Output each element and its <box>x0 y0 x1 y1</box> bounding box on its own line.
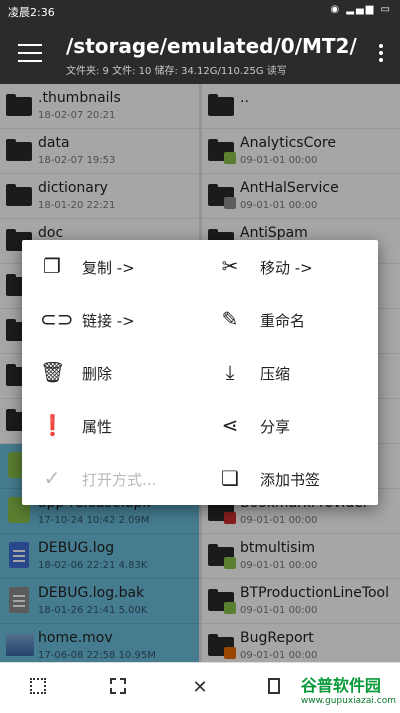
menu-item-info[interactable]: ❗ 属性 <box>22 399 192 452</box>
menu-item-copy[interactable]: ❐ 复制 -> <box>22 240 192 293</box>
menu-item-label: 添加书签 <box>260 471 321 489</box>
file-action-menu: ❐ 复制 -> ✂ 移动 -> ⊂⊃ 链接 -> ✎ 重命名 🗑 删除 ⤓ 压缩 ❗ 属性 ⋖ 分享 ✓ 打开方式… <box>22 240 378 505</box>
cut-icon: ✂ <box>221 254 239 278</box>
menu-item-cut[interactable]: ✂ 移动 -> <box>200 240 370 293</box>
menu-item-label: 压缩 <box>260 365 291 383</box>
info-icon: ❗ <box>40 413 65 437</box>
bookmark-icon: ❏ <box>221 466 239 490</box>
link-icon: ⊂⊃ <box>40 307 74 331</box>
watermark: 谷普软件园 www.gupuxiazai.com <box>301 672 396 706</box>
menu-item-check: ✓ 打开方式... <box>22 452 192 505</box>
current-path: /storage/emulated/0/MT2/ <box>66 34 357 58</box>
status-time: 凌晨2:36 <box>8 6 55 19</box>
menu-item-label: 分享 <box>260 418 291 436</box>
watermark-url: www.gupuxiazai.com <box>300 696 396 706</box>
status-bar: 凌晨2:36 ◉ ▂▄▆ ▭ <box>0 0 400 22</box>
status-icons: ◉ ▂▄▆ ▭ <box>330 4 392 15</box>
menu-item-bookmark[interactable]: ❏ 添加书签 <box>200 452 370 505</box>
hamburger-menu-icon[interactable] <box>18 44 42 62</box>
menu-item-pencil[interactable]: ✎ 重命名 <box>200 293 370 346</box>
copy-icon: ❐ <box>43 254 61 278</box>
menu-item-link[interactable]: ⊂⊃ 链接 -> <box>22 293 192 346</box>
menu-item-trash[interactable]: 🗑 删除 <box>22 346 192 399</box>
paste-icon[interactable] <box>266 676 290 700</box>
menu-item-label: 移动 -> <box>260 259 313 277</box>
menu-item-label: 删除 <box>82 365 113 383</box>
watermark-title: 谷普软件园 <box>300 676 381 695</box>
menu-item-label: 链接 -> <box>82 312 135 330</box>
more-options-icon[interactable] <box>378 44 384 64</box>
menu-item-download[interactable]: ⤓ 压缩 <box>200 346 370 399</box>
download-icon: ⤓ <box>225 360 235 384</box>
select-range-icon[interactable] <box>108 676 132 700</box>
menu-item-share[interactable]: ⋖ 分享 <box>200 399 370 452</box>
trash-icon: 🗑 <box>40 360 66 384</box>
menu-item-label: 重命名 <box>260 312 306 330</box>
share-icon: ⋖ <box>221 413 239 437</box>
app-bar: /storage/emulated/0/MT2/ 文件夹: 9 文件: 10 储… <box>0 22 400 84</box>
close-selection-icon[interactable]: ✕ <box>188 676 212 700</box>
menu-item-label: 打开方式... <box>82 471 157 489</box>
pencil-icon: ✎ <box>221 307 239 331</box>
check-icon: ✓ <box>43 466 61 490</box>
storage-info: 文件夹: 9 文件: 10 储存: 34.12G/110.25G 读写 <box>66 66 287 77</box>
select-all-icon[interactable] <box>28 676 52 700</box>
menu-item-label: 复制 -> <box>82 259 135 277</box>
menu-item-label: 属性 <box>82 418 113 436</box>
